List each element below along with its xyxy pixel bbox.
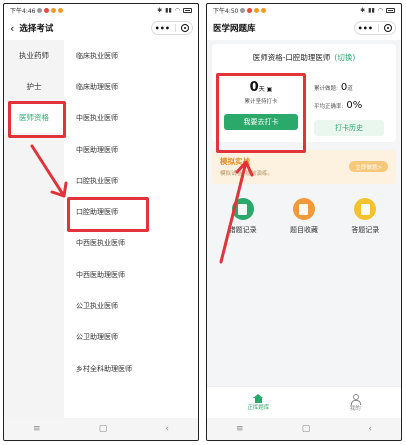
checkin-caption: 累计坚持打卡: [244, 99, 278, 105]
checkin-days: 0天 ▣: [250, 80, 273, 95]
status-time: 下午4:50: [213, 7, 239, 15]
metric-accuracy: 平均正确率: 0%: [314, 100, 392, 111]
divider: [378, 24, 380, 32]
metric-value: 0%: [346, 100, 363, 111]
home-icon[interactable]: ▢: [302, 424, 311, 434]
title-bar: 医学网题库 •••: [207, 16, 401, 40]
tab-label: 我的: [349, 405, 361, 412]
sidebar-item-physician-qualification[interactable]: 医师资格: [4, 102, 64, 133]
page-title: 选择考试: [19, 24, 54, 34]
signal-icon: ▮▮: [368, 6, 375, 14]
exam-item[interactable]: 中西医执业医师: [76, 228, 198, 259]
close-target-icon[interactable]: [181, 24, 190, 32]
home-icon: [253, 394, 264, 403]
checkin-days-value: 0: [249, 80, 259, 95]
more-button[interactable]: •••: [155, 24, 170, 33]
exam-item[interactable]: 公卫执业医师: [76, 290, 198, 321]
metric-unit: 道: [347, 86, 353, 92]
settings-icon: [240, 7, 246, 13]
back-icon[interactable]: ‹: [165, 424, 169, 434]
tab-label: 正挥题库: [247, 405, 270, 411]
metric-total-questions: 累计做题: 0 道: [314, 82, 392, 93]
tool-grid: 错题记录 题目收藏 答题记录: [212, 198, 396, 235]
tool-wrong-record[interactable]: 错题记录: [229, 198, 257, 235]
metric-label: 累计做题:: [314, 86, 338, 92]
exam-item-dental-assistant[interactable]: 口腔助理医师: [76, 196, 198, 227]
settings-icon: [37, 7, 43, 13]
metric-label: 平均正确率:: [314, 104, 344, 110]
menu-icon[interactable]: ≡: [236, 424, 244, 434]
phone-question-bank: 下午4:50 ✱ ▮▮ ◠ 医学网题库 ••• 医师资格-口腔助理医师 (切换): [206, 3, 402, 441]
phone-select-exam: 下午4:46 ✱ ▮▮ ◠ ‹ 选择考试 ••• 执业药师 护士 医师资格 临床…: [3, 3, 199, 441]
back-arrow-icon[interactable]: ‹: [10, 22, 14, 35]
app-icon: [51, 7, 57, 13]
checkin-history-button[interactable]: 打卡历史: [314, 120, 384, 136]
wifi-icon: ◠: [377, 6, 383, 14]
sidebar-item-pharmacist[interactable]: 执业药师: [4, 40, 64, 71]
exam-item[interactable]: 临床执业医师: [76, 40, 198, 71]
more-button[interactable]: •••: [358, 24, 373, 33]
miniprogram-capsule: •••: [151, 21, 193, 35]
metrics-panel: 累计做题: 0 道 平均正确率: 0% 打卡历史: [306, 74, 392, 136]
favorite-icon: [292, 198, 315, 220]
app-icon: [247, 7, 253, 13]
answer-record-icon: [354, 198, 377, 220]
mock-exam-banner[interactable]: 模拟实战 模拟试卷, 提前演练。 立即做题>: [212, 150, 396, 184]
divider: [175, 24, 177, 32]
system-nav-bar: ≡ ▢ ‹: [4, 418, 198, 440]
tool-answer-record[interactable]: 答题记录: [351, 198, 379, 235]
title-bar: ‹ 选择考试 •••: [4, 16, 198, 40]
tool-label: 错题记录: [228, 226, 257, 234]
status-time: 下午4:46: [10, 7, 36, 15]
exam-item[interactable]: 中医执业医师: [76, 103, 198, 134]
home-icon[interactable]: ▢: [99, 424, 108, 434]
wifi-icon: ◠: [174, 6, 180, 14]
tool-label: 答题记录: [351, 226, 380, 234]
bottom-tab-bar: 正挥题库 我的: [207, 386, 401, 418]
app-icon: [254, 7, 260, 13]
exam-item[interactable]: 临床助理医师: [76, 71, 198, 102]
bluetooth-icon: ✱: [157, 6, 163, 14]
wrong-record-icon: [231, 198, 254, 220]
miniprogram-capsule: •••: [354, 21, 396, 35]
signal-icon: ▮▮: [165, 6, 172, 14]
page-title: 医学网题库: [213, 24, 256, 34]
sidebar-item-nurse[interactable]: 护士: [4, 71, 64, 102]
start-practice-button[interactable]: 立即做题>: [349, 161, 388, 172]
exam-item[interactable]: 中西医助理医师: [76, 259, 198, 290]
study-card: 医师资格-口腔助理医师 (切换) 0天 ▣ 累计坚持打卡 我要去打卡 累计做题:…: [212, 44, 396, 142]
switch-subject-link[interactable]: (切换): [334, 52, 355, 63]
app-icon: [58, 7, 64, 13]
checkin-panel: 0天 ▣ 累计坚持打卡 我要去打卡: [216, 74, 306, 136]
app-icon: [44, 7, 50, 13]
system-nav-bar: ≡ ▢ ‹: [207, 418, 401, 440]
subject-title: 医师资格-口腔助理医师: [252, 52, 331, 62]
exam-item[interactable]: 口腔执业医师: [76, 165, 198, 196]
exam-list: 临床执业医师 临床助理医师 中医执业医师 中医助理医师 口腔执业医师 口腔助理医…: [64, 40, 198, 420]
battery-icon: [183, 7, 192, 13]
close-target-icon[interactable]: [384, 24, 393, 32]
exam-item[interactable]: 乡村全科助理医师: [76, 353, 198, 384]
tab-mine[interactable]: 我的: [349, 393, 362, 412]
subject-header: 医师资格-口腔助理医师 (切换): [212, 44, 396, 70]
tab-question-bank[interactable]: 正挥题库: [247, 394, 269, 411]
person-icon: [350, 393, 362, 405]
tool-favorites[interactable]: 题目收藏: [290, 198, 318, 235]
bluetooth-icon: ✱: [360, 6, 366, 14]
status-bar: 下午4:50 ✱ ▮▮ ◠: [207, 4, 401, 16]
battery-icon: [386, 7, 395, 13]
checkin-button[interactable]: 我要去打卡: [224, 114, 298, 130]
status-bar: 下午4:46 ✱ ▮▮ ◠: [4, 4, 198, 16]
tool-label: 题目收藏: [289, 226, 318, 234]
app-icon: [261, 7, 267, 13]
exam-item[interactable]: 公卫助理医师: [76, 322, 198, 353]
menu-icon[interactable]: ≡: [33, 424, 41, 434]
calendar-icon: ▣: [264, 86, 273, 93]
category-sidebar: 执业药师 护士 医师资格: [4, 40, 64, 420]
exam-item[interactable]: 中医助理医师: [76, 134, 198, 165]
back-icon[interactable]: ‹: [368, 424, 372, 434]
